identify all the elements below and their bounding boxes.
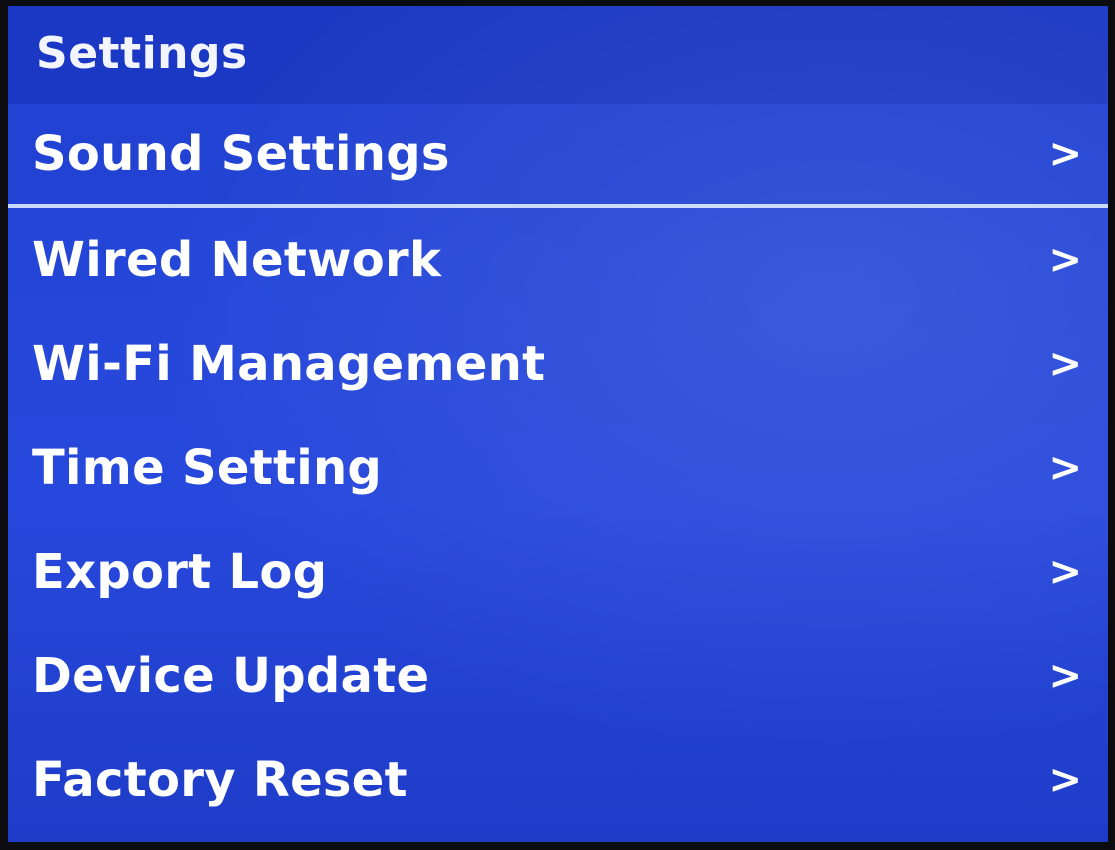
menu-item-sound-settings[interactable]: Sound Settings > [8,104,1108,208]
menu-item-wifi-management[interactable]: Wi-Fi Management > [8,312,1108,416]
menu-item-wired-network[interactable]: Wired Network > [8,208,1108,312]
menu-item-label: Time Setting [32,440,383,496]
menu-item-label: Wired Network [32,232,442,288]
menu-item-label: Sound Settings [32,126,450,182]
menu-item-label: Factory Reset [32,752,408,808]
chevron-right-icon: > [1048,757,1082,803]
settings-screen: Settings Sound Settings > Wired Network … [8,6,1108,842]
chevron-right-icon: > [1048,549,1082,595]
menu-item-label: Wi-Fi Management [32,336,546,392]
menu-item-export-log[interactable]: Export Log > [8,520,1108,624]
chevron-right-icon: > [1048,653,1082,699]
chevron-right-icon: > [1048,341,1082,387]
chevron-right-icon: > [1048,445,1082,491]
page-title: Settings [36,28,248,79]
menu-item-time-setting[interactable]: Time Setting > [8,416,1108,520]
chevron-right-icon: > [1048,131,1082,177]
title-bar: Settings [8,6,1108,104]
menu-item-factory-reset[interactable]: Factory Reset > [8,728,1108,832]
chevron-right-icon: > [1048,237,1082,283]
menu-item-label: Device Update [32,648,430,704]
menu-item-label: Export Log [32,544,328,600]
menu-item-device-update[interactable]: Device Update > [8,624,1108,728]
